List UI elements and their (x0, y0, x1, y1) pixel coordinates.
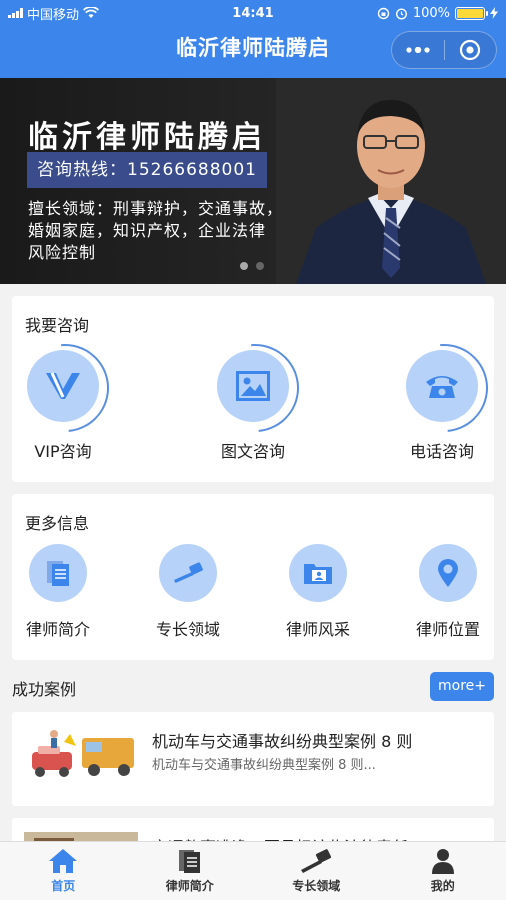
tab-bar: 首页 律师简介 专长领域 我的 (0, 841, 506, 900)
consult-section: 我要咨询 VIP咨询 图文咨询 电话咨询 (12, 296, 494, 482)
gavel-icon (174, 562, 203, 583)
tab-home[interactable]: 首页 (0, 842, 127, 900)
image-icon-circle (217, 350, 289, 422)
wifi-icon (83, 7, 100, 18)
location-icon-circle (419, 544, 477, 602)
document-icon (47, 561, 69, 586)
lawyer-location-button[interactable]: 律师位置 (403, 544, 493, 640)
cases-header: 成功案例 more+ (12, 672, 494, 702)
consult-label: 电话咨询 (409, 442, 474, 461)
consult-label: 图文咨询 (220, 442, 285, 461)
phone-consult-button[interactable]: 电话咨询 (392, 350, 492, 462)
lawyer-style-button[interactable]: 律师风采 (273, 544, 363, 640)
more-info-label: 律师位置 (415, 620, 480, 639)
banner-carousel[interactable]: 临沂律师陆腾启 咨询热线：15266688001 擅长领域：刑事辩护，交通事故，… (0, 78, 506, 284)
tab-mine[interactable]: 我的 (380, 842, 506, 900)
tab-specialty[interactable]: 专长领域 (253, 842, 380, 900)
home-icon (49, 849, 78, 873)
signal-icon (8, 8, 23, 18)
banner-title: 临沂律师陆腾启 (28, 120, 266, 155)
more-cases-button[interactable]: more+ (430, 672, 494, 701)
more-info-title: 更多信息 (25, 514, 90, 533)
target-icon (460, 39, 481, 61)
vip-consult-button[interactable]: VIP咨询 (13, 350, 113, 462)
tab-label: 我的 (430, 879, 455, 893)
more-info-label: 律师风采 (285, 620, 350, 639)
lawyer-portrait (276, 78, 506, 284)
banner-description: 擅长领域：刑事辩护，交通事故， 婚姻家庭，知识产权，企业法律 风险控制 (28, 198, 298, 264)
more-info-label: 律师简介 (25, 620, 90, 639)
carousel-dot[interactable] (240, 262, 248, 270)
tab-label: 专长领域 (292, 879, 341, 893)
consult-label: VIP咨询 (34, 442, 92, 461)
user-icon (431, 849, 454, 874)
battery-percent: 100% (412, 5, 450, 21)
banner-desc-line: 风险控制 (28, 243, 97, 262)
cases-title: 成功案例 (12, 680, 77, 699)
case-thumbnail (24, 726, 138, 782)
alarm-icon (395, 7, 407, 20)
image-icon (236, 371, 270, 401)
mini-program-capsule (391, 31, 497, 69)
image-consult-button[interactable]: 图文咨询 (203, 350, 303, 462)
vip-icon (46, 372, 80, 399)
banner-desc-line: 婚姻家庭，知识产权，企业法律 (28, 221, 267, 240)
phone-icon (426, 376, 458, 398)
case-summary: 机动车与交通事故纠纷典型案例 8 则... (152, 758, 376, 773)
banner-desc-line: 擅长领域：刑事辩护，交通事故， (28, 199, 284, 218)
gavel-icon-circle (159, 544, 217, 602)
more-info-section: 更多信息 律师简介 专长领域 律师风采 律师位置 (12, 494, 494, 660)
consult-title: 我要咨询 (25, 316, 90, 335)
tab-label: 首页 (51, 879, 76, 893)
battery-icon (455, 6, 488, 20)
top-bar: 中国移动 14:41 100% 临沂律师陆腾启 (0, 0, 506, 78)
document-icon-circle (29, 544, 87, 602)
carousel-dots (240, 262, 264, 270)
document-icon (178, 850, 200, 873)
charging-icon (490, 7, 498, 19)
more-menu-button[interactable] (392, 32, 444, 68)
gavel-icon (301, 849, 332, 873)
banner-hotline: 咨询热线：15266688001 (27, 152, 267, 188)
lawyer-profile-button[interactable]: 律师简介 (13, 544, 103, 640)
carousel-dot[interactable] (256, 262, 264, 270)
folder-photo-icon-circle (289, 544, 347, 602)
tab-label: 律师简介 (165, 879, 214, 893)
carrier-name: 中国移动 (27, 7, 80, 23)
ellipsis-icon (406, 47, 430, 53)
more-info-label: 专长领域 (155, 620, 220, 639)
lock-rotation-icon (377, 7, 390, 19)
case-title: 机动车与交通事故纠纷典型案例 8 则 (152, 732, 413, 751)
specialty-button[interactable]: 专长领域 (143, 544, 233, 640)
case-list-item[interactable]: 机动车与交通事故纠纷典型案例 8 则 机动车与交通事故纠纷典型案例 8 则... (12, 712, 494, 806)
close-program-button[interactable] (445, 32, 497, 68)
location-icon (438, 559, 458, 587)
status-bar: 中国移动 14:41 100% (0, 0, 506, 26)
vip-icon-circle (27, 350, 99, 422)
folder-photo-icon (304, 564, 332, 584)
phone-icon-circle (406, 350, 478, 422)
tab-lawyer-profile[interactable]: 律师简介 (127, 842, 254, 900)
